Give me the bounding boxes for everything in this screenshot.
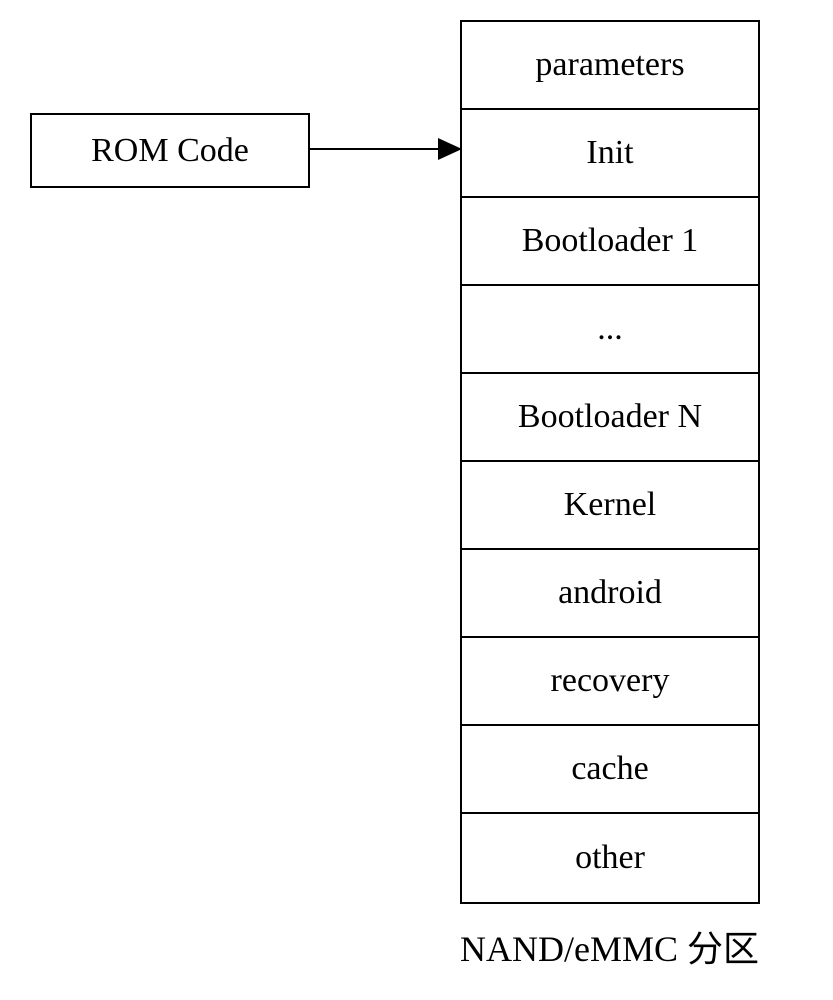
partition-label: other xyxy=(575,839,645,877)
partition-label: Bootloader 1 xyxy=(522,222,699,260)
table-caption: NAND/eMMC 分区 xyxy=(460,920,759,972)
partition-ellipsis: ... xyxy=(462,286,758,374)
partition-label: Init xyxy=(586,134,633,172)
arrow-icon xyxy=(310,148,460,150)
partition-cache: cache xyxy=(462,726,758,814)
partition-init: Init xyxy=(462,110,758,198)
partition-label: cache xyxy=(571,750,648,788)
rom-code-box: ROM Code xyxy=(30,113,310,188)
partition-table: parameters Init Bootloader 1 ... Bootloa… xyxy=(460,20,760,904)
partition-label: ... xyxy=(597,310,623,348)
partition-label: Bootloader N xyxy=(518,398,702,436)
rom-code-label: ROM Code xyxy=(91,132,249,170)
partition-label: android xyxy=(558,574,662,612)
partition-kernel: Kernel xyxy=(462,462,758,550)
partition-android: android xyxy=(462,550,758,638)
partition-label: parameters xyxy=(535,46,684,84)
partition-parameters: parameters xyxy=(462,22,758,110)
partition-label: recovery xyxy=(551,662,670,700)
partition-bootloader-n: Bootloader N xyxy=(462,374,758,462)
partition-other: other xyxy=(462,814,758,902)
partition-bootloader-1: Bootloader 1 xyxy=(462,198,758,286)
partition-label: Kernel xyxy=(564,486,657,524)
partition-recovery: recovery xyxy=(462,638,758,726)
